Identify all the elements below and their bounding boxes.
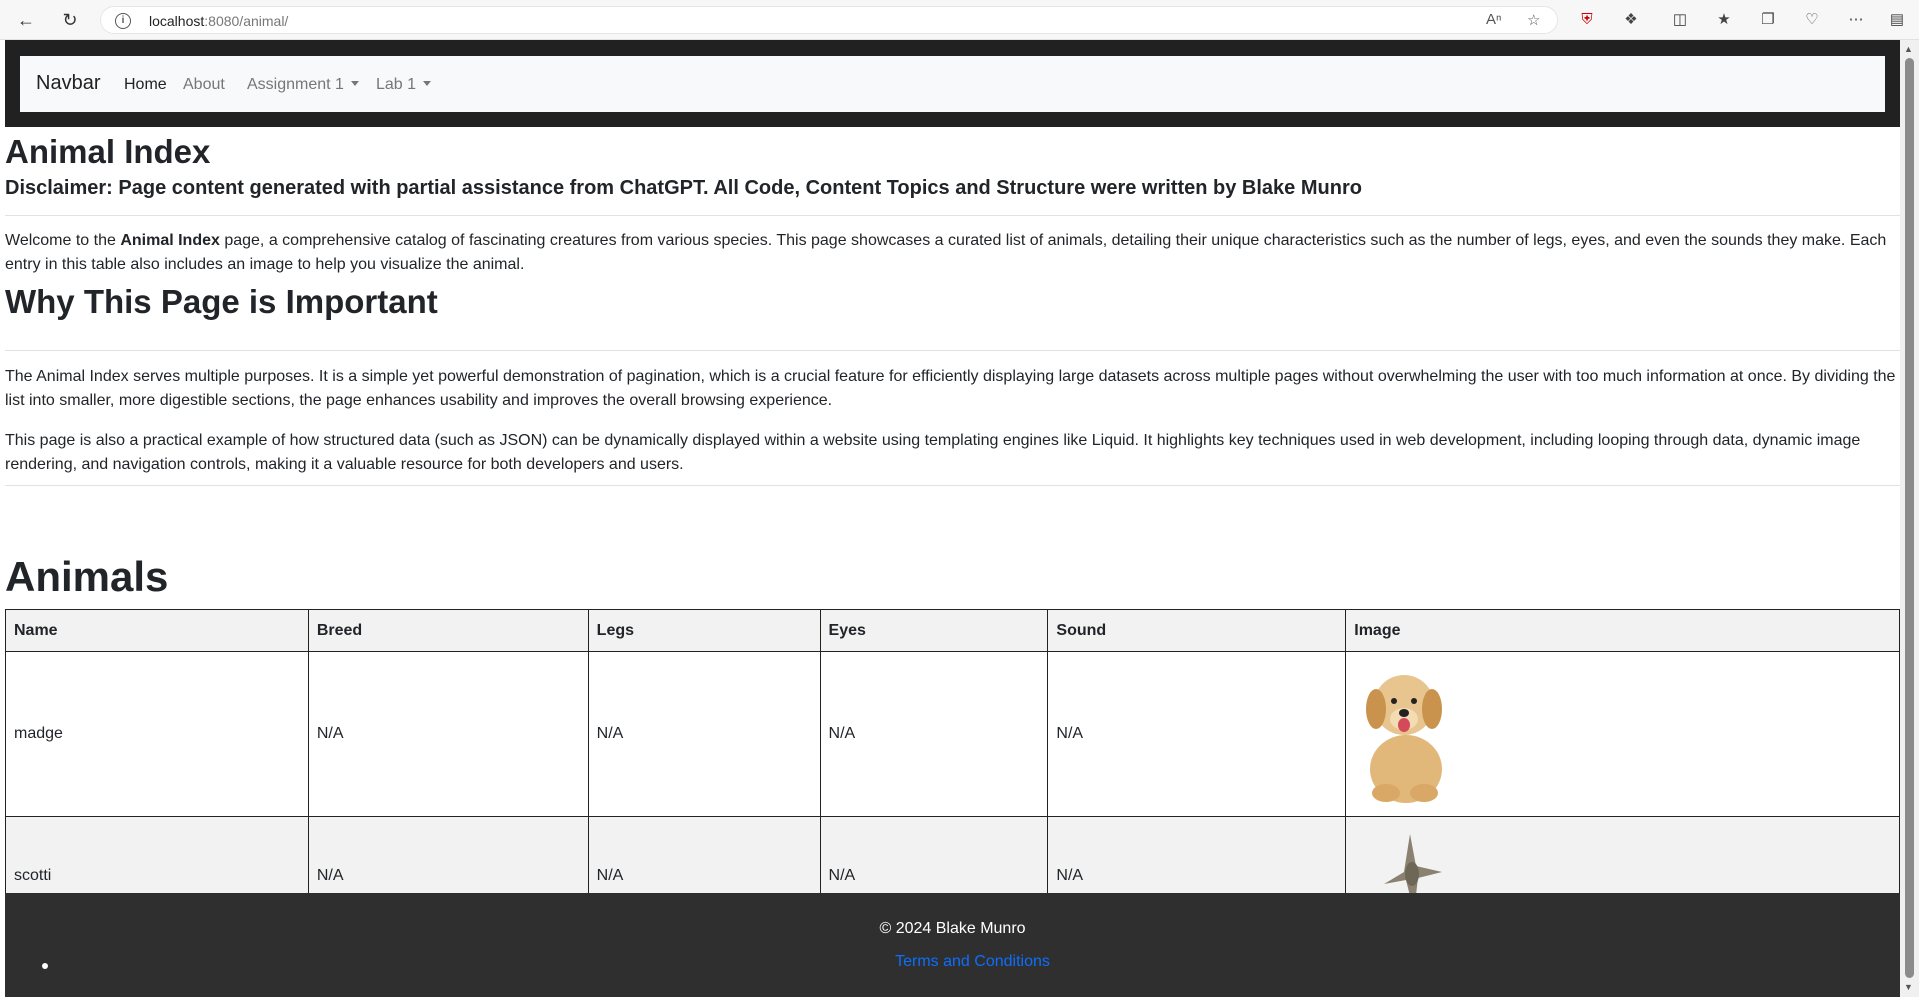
- intro-paragraph: Welcome to the Animal Index page, a comp…: [5, 232, 1887, 273]
- header-breed: Breed: [307, 609, 589, 652]
- animals-table: Name Breed Legs Eyes Sound Image madge N…: [5, 609, 1900, 935]
- cell-image: [1345, 651, 1900, 817]
- favorites-icon[interactable]: ★: [1713, 9, 1735, 31]
- address-bar[interactable]: i localhost:8080/animal/ Aⁿ ☆: [100, 6, 1558, 34]
- header-eyes: Eyes: [819, 609, 1049, 652]
- terms-link[interactable]: Terms and Conditions: [5, 953, 1900, 971]
- chevron-down-icon: [423, 81, 432, 86]
- cell-eyes: N/A: [819, 651, 1049, 817]
- browser-essentials-icon[interactable]: ♡: [1801, 9, 1823, 31]
- shield-extension-icon[interactable]: ⛨: [1576, 9, 1598, 31]
- why-paragraph-1: The Animal Index serves multiple purpose…: [5, 368, 1896, 409]
- navbar-container: Navbar Home About Assignment 1 Lab 1: [5, 40, 1900, 127]
- site-info-icon[interactable]: i: [115, 13, 131, 29]
- divider: [5, 350, 1900, 351]
- table-row: madge N/A N/A N/A N/A: [5, 651, 1900, 817]
- header-legs: Legs: [587, 609, 821, 652]
- scrollbar-thumb[interactable]: [1905, 58, 1914, 978]
- chevron-down-icon: [350, 81, 359, 86]
- page-viewport: Navbar Home About Assignment 1 Lab 1 Ani…: [0, 40, 1900, 997]
- footer-copyright: © 2024 Blake Munro: [879, 920, 1026, 937]
- disclaimer: Disclaimer: Page content generated with …: [5, 177, 1362, 199]
- back-icon[interactable]: ←: [14, 8, 38, 32]
- page-scrollbar[interactable]: ▲ ▼: [1900, 40, 1919, 997]
- cell-sound: N/A: [1047, 651, 1347, 817]
- divider: [5, 485, 1900, 486]
- favorite-star-icon[interactable]: ☆: [1527, 11, 1540, 29]
- header-sound: Sound: [1047, 609, 1347, 652]
- collections-icon[interactable]: ❐: [1757, 9, 1779, 31]
- url-text[interactable]: localhost:8080/animal/: [149, 13, 288, 29]
- nav-home[interactable]: Home: [124, 76, 167, 94]
- read-aloud-icon[interactable]: Aⁿ: [1486, 11, 1501, 28]
- table-header-row: Name Breed Legs Eyes Sound Image: [5, 609, 1900, 652]
- nav-lab-1-label: Lab 1: [376, 76, 417, 93]
- divider: [5, 215, 1900, 216]
- nav-lab-1-dropdown[interactable]: Lab 1: [376, 76, 432, 94]
- why-paragraph-2: This page is also a practical example of…: [5, 432, 1861, 473]
- footer: © 2024 Blake Munro Terms and Conditions: [5, 893, 1900, 997]
- cell-name: madge: [5, 651, 309, 817]
- animals-heading: Animals: [5, 553, 169, 600]
- scroll-down-icon[interactable]: ▼: [1904, 982, 1913, 992]
- refresh-icon[interactable]: ↻: [58, 8, 82, 32]
- page-title: Animal Index: [5, 133, 211, 170]
- nav-about[interactable]: About: [183, 76, 225, 94]
- cell-legs: N/A: [587, 651, 821, 817]
- navbar: Navbar Home About Assignment 1 Lab 1: [20, 56, 1885, 112]
- browser-toolbar: ← ↻ i localhost:8080/animal/ Aⁿ ☆ ⛨ ❖ ◫ …: [0, 0, 1919, 40]
- puppy-image: [1366, 674, 1443, 803]
- header-image: Image: [1345, 609, 1900, 652]
- nav-assignment-1-dropdown[interactable]: Assignment 1: [247, 76, 359, 94]
- why-heading: Why This Page is Important: [5, 283, 438, 320]
- cell-breed: N/A: [307, 651, 589, 817]
- nav-assignment-1-label: Assignment 1: [247, 76, 344, 93]
- more-menu-icon[interactable]: ⋯: [1845, 9, 1867, 31]
- sidebar-toggle-icon[interactable]: ▤: [1886, 9, 1908, 31]
- header-name: Name: [5, 609, 309, 652]
- extensions-icon[interactable]: ❖: [1620, 9, 1642, 31]
- intro-bold-text: Animal Index: [120, 232, 220, 249]
- navbar-brand[interactable]: Navbar: [36, 72, 100, 95]
- split-screen-icon[interactable]: ◫: [1669, 9, 1691, 31]
- scroll-up-icon[interactable]: ▲: [1904, 44, 1913, 54]
